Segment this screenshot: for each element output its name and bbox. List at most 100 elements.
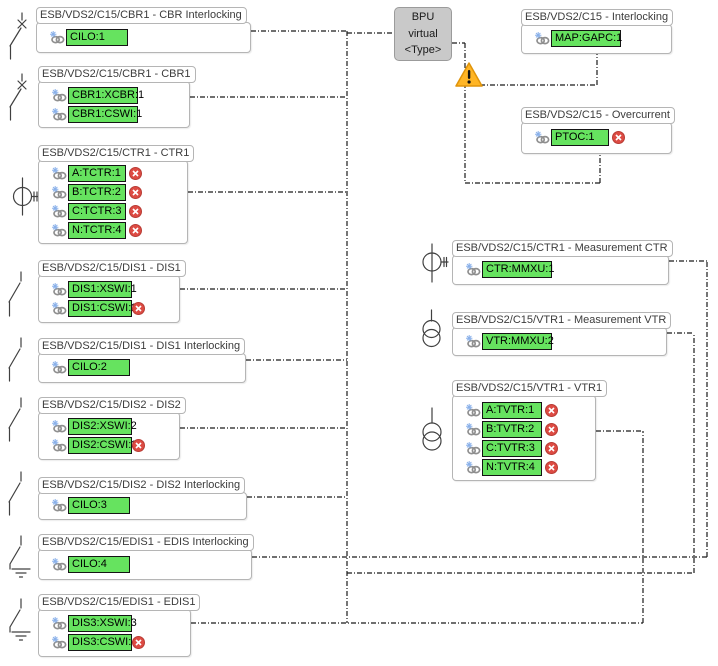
logical-node-row: CTR:MMXU:1 (453, 261, 668, 278)
node-measurement-vtr[interactable]: ESB/VDS2/C15/VTR1 - Measurement VTR VTR:… (452, 310, 671, 356)
disconnector-icon (9, 472, 21, 515)
logical-node-tag[interactable]: B:TCTR:2 (68, 184, 126, 201)
error-badge-icon (129, 186, 142, 199)
node-dis2-interlocking[interactable]: ESB/VDS2/C15/DIS2 - DIS2 Interlocking CI… (38, 475, 247, 520)
node-body: A:TCTR:1 B:TCTR:2 C:TCTR:3 N:TCTR:4 (38, 160, 188, 244)
node-title[interactable]: ESB/VDS2/C15/DIS2 - DIS2 (38, 397, 186, 414)
link-icon (52, 302, 67, 316)
circuit-breaker-icon (10, 74, 26, 120)
logical-node-tag[interactable]: C:TCTR:3 (68, 203, 126, 220)
logical-node-tag[interactable]: CILO:4 (68, 556, 130, 573)
node-title[interactable]: ESB/VDS2/C15 - Interlocking (521, 9, 673, 26)
logical-node-tag[interactable]: CILO:3 (68, 497, 130, 514)
logical-node-tag[interactable]: N:TVTR:4 (482, 459, 542, 476)
link-icon (52, 499, 67, 513)
node-title[interactable]: ESB/VDS2/C15/CTR1 - CTR1 (38, 145, 194, 162)
node-dis2[interactable]: ESB/VDS2/C15/DIS2 - DIS2 DIS2:XSWI:2 DIS… (38, 395, 186, 460)
node-dis1-interlocking[interactable]: ESB/VDS2/C15/DIS1 - DIS1 Interlocking CI… (38, 336, 246, 383)
node-body: CILO:4 (38, 549, 252, 580)
logical-node-tag[interactable]: B:TVTR:2 (482, 421, 542, 438)
logical-node-row: C:TVTR:3 (453, 440, 595, 457)
logical-node-row: N:TCTR:4 (39, 222, 187, 239)
current-transformer-icon (14, 178, 40, 215)
logical-node-row: CBR1:XCBR:1 (39, 87, 189, 104)
circuit-breaker-icon (10, 13, 26, 59)
wire-warning-to-interlocking (480, 53, 597, 85)
link-icon (466, 263, 481, 277)
node-cbr-interlocking[interactable]: ESB/VDS2/C15/CBR1 - CBR Interlocking CIL… (36, 5, 251, 53)
logical-node-tag[interactable]: A:TCTR:1 (68, 165, 126, 182)
node-title[interactable]: ESB/VDS2/C15/EDIS1 - EDIS Interlocking (38, 534, 254, 551)
logical-node-row: B:TVTR:2 (453, 421, 595, 438)
logical-node-row: A:TVTR:1 (453, 402, 595, 419)
bpu-virtual-node[interactable]: BPU virtual <Type> (394, 7, 452, 61)
node-cbr1[interactable]: ESB/VDS2/C15/CBR1 - CBR1 CBR1:XCBR:1 CBR… (38, 64, 196, 128)
node-title[interactable]: ESB/VDS2/C15/CBR1 - CBR Interlocking (36, 7, 247, 24)
logical-node-tag[interactable]: DIS1:CSWI:2 (68, 300, 132, 317)
logical-node-tag[interactable]: DIS1:XSWI:1 (68, 281, 132, 298)
logical-node-tag[interactable]: C:TVTR:3 (482, 440, 542, 457)
logical-node-tag[interactable]: MAP:GAPC:1 (551, 30, 621, 47)
link-icon (52, 108, 67, 122)
node-title[interactable]: ESB/VDS2/C15 - Overcurrent (521, 107, 675, 124)
disconnector-icon (9, 398, 21, 441)
node-edis-interlocking[interactable]: ESB/VDS2/C15/EDIS1 - EDIS Interlocking C… (38, 532, 254, 580)
error-badge-icon (129, 205, 142, 218)
node-body: DIS2:XSWI:2 DIS2:CSWI:3 (38, 412, 180, 460)
logical-node-row: C:TCTR:3 (39, 203, 187, 220)
node-edis1[interactable]: ESB/VDS2/C15/EDIS1 - EDIS1 DIS3:XSWI:3 D… (38, 592, 200, 657)
logical-node-tag[interactable]: CBR1:CSWI:1 (68, 106, 138, 123)
logical-node-row: DIS2:XSWI:2 (39, 418, 179, 435)
logical-node-tag[interactable]: CILO:2 (68, 359, 130, 376)
current-transformer-icon (423, 244, 448, 282)
logical-node-row: CILO:1 (37, 29, 250, 46)
logical-node-row: VTR:MMXU:2 (453, 333, 666, 350)
node-body: PTOC:1 (521, 122, 672, 154)
logical-node-tag[interactable]: A:TVTR:1 (482, 402, 542, 419)
logical-node-tag[interactable]: DIS3:CSWI:4 (68, 634, 132, 651)
node-title[interactable]: ESB/VDS2/C15/DIS1 - DIS1 (38, 260, 186, 277)
logical-node-tag[interactable]: CBR1:XCBR:1 (68, 87, 138, 104)
link-icon (52, 89, 67, 103)
logical-node-tag[interactable]: DIS3:XSWI:3 (68, 615, 132, 632)
logical-node-tag[interactable]: VTR:MMXU:2 (482, 333, 552, 350)
warning-icon[interactable] (455, 61, 483, 88)
link-icon (52, 224, 67, 238)
logical-node-tag[interactable]: PTOC:1 (551, 129, 609, 146)
disconnector-icon (9, 338, 21, 381)
logical-node-row: A:TCTR:1 (39, 165, 187, 182)
node-body: CTR:MMXU:1 (452, 255, 669, 285)
logical-node-row: DIS3:CSWI:4 (39, 634, 190, 651)
logical-node-tag[interactable]: CILO:1 (66, 29, 128, 46)
logical-node-tag[interactable]: N:TCTR:4 (68, 222, 126, 239)
voltage-transformer-icon (423, 408, 441, 450)
node-vtr1[interactable]: ESB/VDS2/C15/VTR1 - VTR1 A:TVTR:1 B:TVTR… (452, 378, 607, 481)
voltage-transformer-icon (423, 310, 440, 347)
bpu-name: BPU (395, 11, 451, 24)
node-title[interactable]: ESB/VDS2/C15/DIS2 - DIS2 Interlocking (38, 477, 245, 494)
node-body: DIS1:XSWI:1 DIS1:CSWI:2 (38, 275, 180, 323)
node-body: VTR:MMXU:2 (452, 327, 667, 356)
link-icon (52, 167, 67, 181)
node-dis1[interactable]: ESB/VDS2/C15/DIS1 - DIS1 DIS1:XSWI:1 DIS… (38, 258, 186, 323)
logical-node-row: CILO:3 (39, 497, 246, 514)
logical-node-tag[interactable]: DIS2:XSWI:2 (68, 418, 132, 435)
node-title[interactable]: ESB/VDS2/C15/EDIS1 - EDIS1 (38, 594, 200, 611)
node-title[interactable]: ESB/VDS2/C15/CTR1 - Measurement CTR (452, 240, 673, 257)
link-icon (466, 461, 481, 475)
node-overcurrent[interactable]: ESB/VDS2/C15 - Overcurrent PTOC:1 (521, 105, 675, 154)
error-badge-icon (129, 224, 142, 237)
node-title[interactable]: ESB/VDS2/C15/CBR1 - CBR1 (38, 66, 196, 83)
node-title[interactable]: ESB/VDS2/C15/DIS1 - DIS1 Interlocking (38, 338, 245, 355)
node-ctr1[interactable]: ESB/VDS2/C15/CTR1 - CTR1 A:TCTR:1 B:TCTR… (38, 143, 194, 244)
node-measurement-ctr[interactable]: ESB/VDS2/C15/CTR1 - Measurement CTR CTR:… (452, 238, 673, 285)
logical-node-tag[interactable]: DIS2:CSWI:3 (68, 437, 132, 454)
logical-node-row: MAP:GAPC:1 (522, 30, 671, 47)
node-title[interactable]: ESB/VDS2/C15/VTR1 - VTR1 (452, 380, 607, 397)
node-body: CILO:2 (38, 353, 246, 383)
logical-node-tag[interactable]: CTR:MMXU:1 (482, 261, 552, 278)
link-icon (466, 442, 481, 456)
node-title[interactable]: ESB/VDS2/C15/VTR1 - Measurement VTR (452, 312, 671, 329)
logical-node-row: DIS2:CSWI:3 (39, 437, 179, 454)
node-interlocking[interactable]: ESB/VDS2/C15 - Interlocking MAP:GAPC:1 (521, 7, 673, 54)
